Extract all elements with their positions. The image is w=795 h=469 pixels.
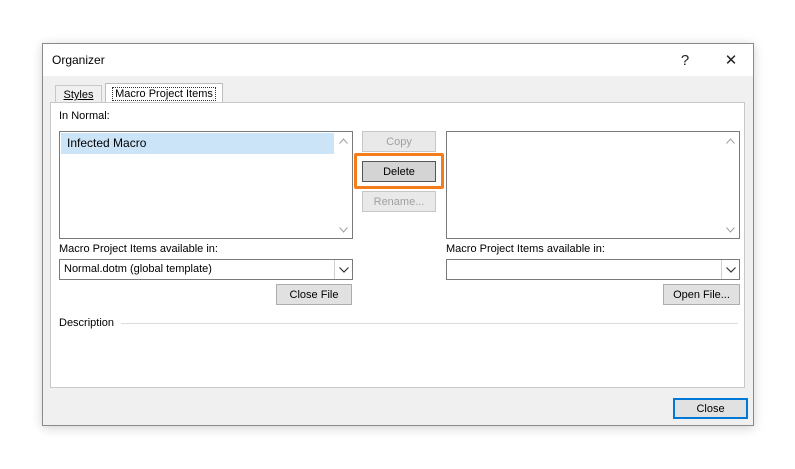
chevron-up-icon[interactable] — [722, 132, 739, 149]
close-icon: ✕ — [724, 52, 738, 69]
tab-panel: In Normal: Infected Macro Macro Project … — [50, 102, 745, 388]
chevron-down-icon[interactable] — [722, 221, 739, 238]
help-button[interactable]: ? — [665, 46, 705, 74]
right-list-scrollbar[interactable] — [722, 132, 739, 238]
organizer-dialog: Organizer ? ✕ Styles Macro Project Items… — [42, 43, 754, 426]
tab-strip: Styles Macro Project Items — [43, 76, 753, 104]
right-available-combo[interactable] — [446, 259, 740, 280]
chevron-down-icon[interactable] — [721, 260, 739, 279]
close-file-button[interactable]: Close File — [276, 284, 352, 305]
tab-macro-project-items-label: Macro Project Items — [112, 87, 216, 101]
rename-button[interactable]: Rename... — [362, 191, 436, 212]
chevron-up-icon[interactable] — [335, 132, 352, 149]
right-items-list[interactable] — [446, 131, 740, 239]
list-item[interactable]: Infected Macro — [61, 133, 334, 154]
delete-button[interactable]: Delete — [362, 161, 436, 182]
left-list-label: In Normal: — [59, 110, 110, 122]
chevron-down-icon[interactable] — [334, 260, 352, 279]
left-list-scrollbar[interactable] — [335, 132, 352, 238]
description-divider — [121, 323, 738, 324]
tab-styles[interactable]: Styles — [55, 85, 102, 103]
help-icon: ? — [680, 51, 690, 69]
left-items-list[interactable]: Infected Macro — [59, 131, 353, 239]
tab-macro-project-items[interactable]: Macro Project Items — [105, 83, 223, 104]
close-button[interactable]: Close — [673, 398, 748, 419]
window-title: Organizer — [52, 53, 105, 67]
left-available-combo[interactable]: Normal.dotm (global template) — [59, 259, 353, 280]
tab-styles-label: Styles — [63, 89, 94, 101]
left-available-value: Normal.dotm (global template) — [64, 263, 212, 275]
description-label: Description — [59, 317, 115, 329]
right-available-label: Macro Project Items available in: — [446, 243, 605, 255]
title-bar: Organizer ? ✕ — [43, 44, 753, 76]
left-available-label: Macro Project Items available in: — [59, 243, 218, 255]
window-close-button[interactable]: ✕ — [711, 46, 751, 74]
chevron-down-icon[interactable] — [335, 221, 352, 238]
copy-button[interactable]: Copy — [362, 131, 436, 152]
open-file-button[interactable]: Open File... — [663, 284, 740, 305]
